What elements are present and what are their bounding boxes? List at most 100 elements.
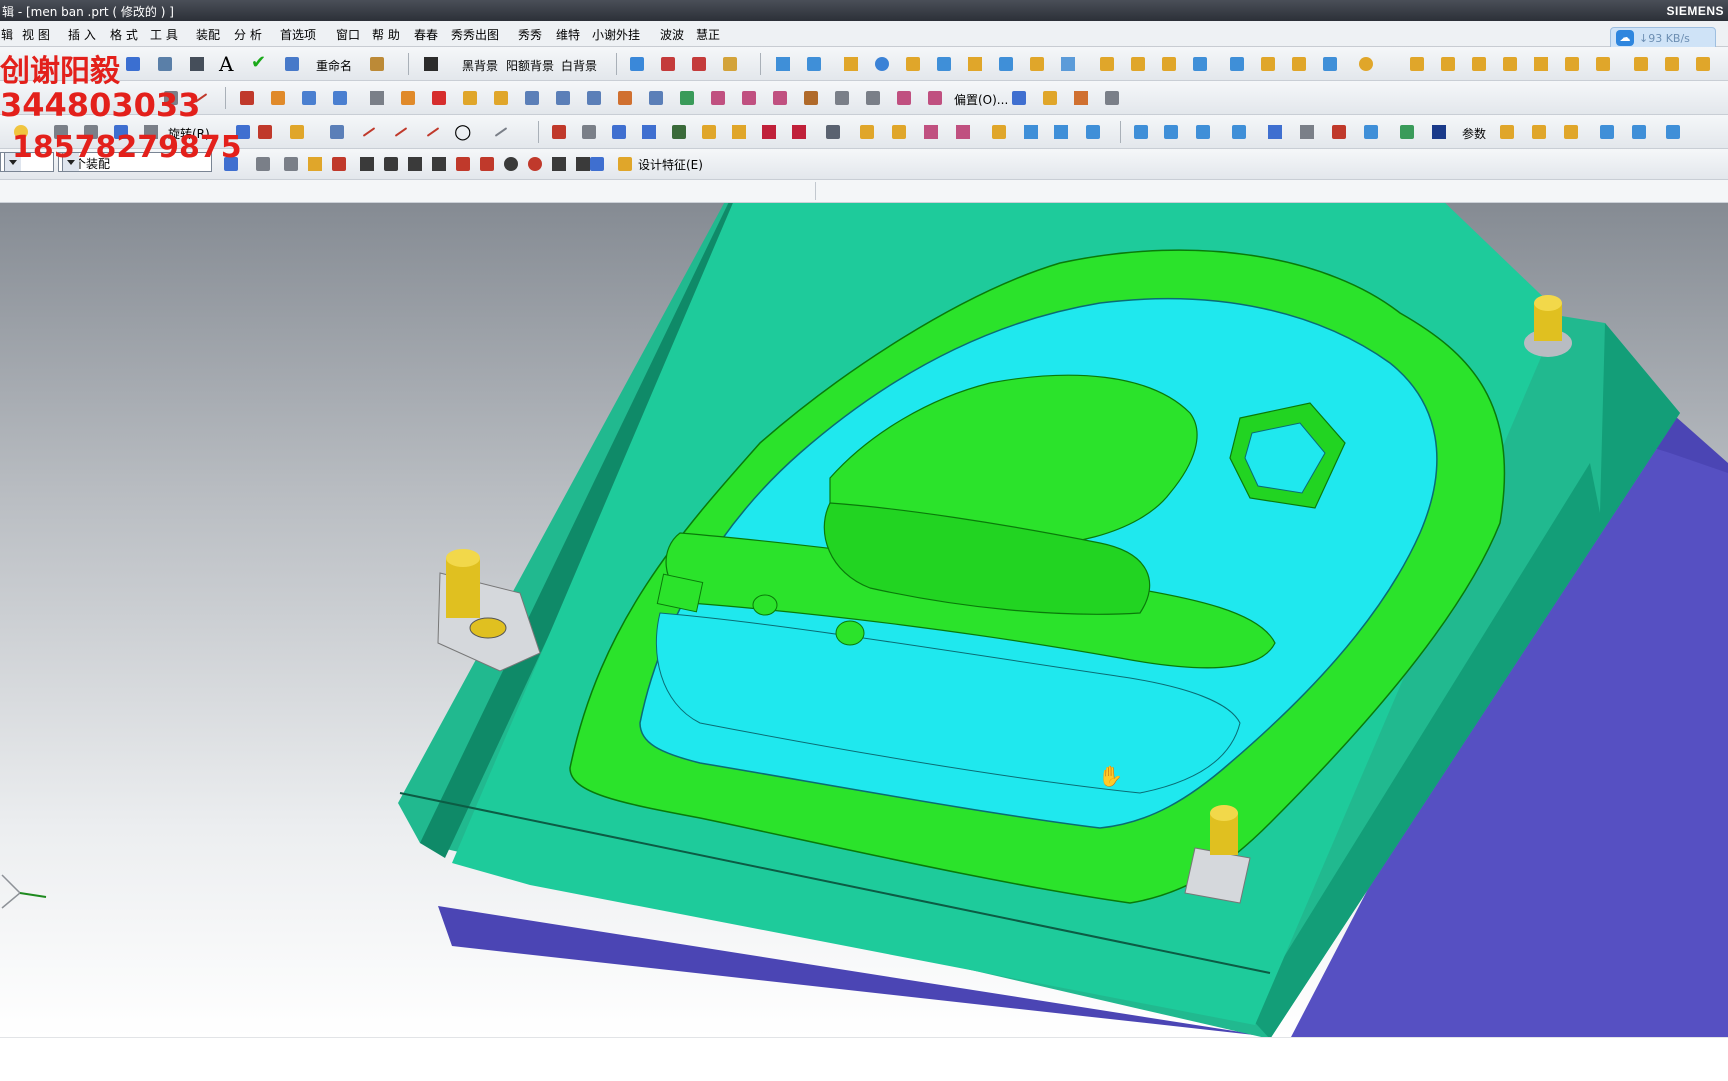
blend-icon[interactable] [459,87,481,109]
component-icon[interactable] [154,53,176,75]
menu-insert[interactable]: 插 入 [68,26,96,43]
menu-huizheng[interactable]: 慧正 [696,26,720,43]
snap-plus-icon[interactable] [548,153,570,175]
insert-icon[interactable] [1026,53,1048,75]
corner-icon[interactable] [856,121,878,143]
snap-tangent-icon[interactable] [428,153,450,175]
flag-icon[interactable] [1228,121,1250,143]
sew-icon[interactable] [707,87,729,109]
cube-icon[interactable] [281,53,303,75]
corner-b-icon[interactable] [888,121,910,143]
slider-icon[interactable] [964,53,986,75]
menu-edit[interactable]: 辑 [1,26,13,43]
extrude-icon[interactable] [267,87,289,109]
bom-icon[interactable] [1319,53,1341,75]
close-box-icon[interactable] [1428,121,1450,143]
axis-icon[interactable] [1130,121,1152,143]
menu-tools[interactable]: 工 具 [150,26,178,43]
trim-body-icon[interactable] [583,87,605,109]
hash-icon[interactable] [1528,121,1550,143]
cut-icon[interactable] [254,121,276,143]
sweep-icon[interactable] [329,87,351,109]
rect-icon[interactable] [638,121,660,143]
paint-icon[interactable] [1328,121,1350,143]
ruler-icon[interactable] [698,121,720,143]
grid-icon[interactable] [626,53,648,75]
check-icon[interactable]: ✔ [251,52,266,73]
gradient-background-button[interactable]: 阳额背景 [506,57,554,74]
tool-g-icon[interactable] [1592,53,1614,75]
menu-analysis[interactable]: 分 析 [234,26,262,43]
rename-button[interactable]: 重命名 [316,57,352,74]
ejector-icon[interactable] [902,53,924,75]
snap-end-icon[interactable] [356,153,378,175]
patch-icon[interactable] [676,87,698,109]
draft-icon[interactable] [552,87,574,109]
menu-xiuxiu-drawing[interactable]: 秀秀出图 [451,26,499,43]
trim-icon[interactable] [1257,53,1279,75]
menu-format[interactable]: 格 式 [110,26,138,43]
cylinder-icon[interactable] [326,121,348,143]
tool-h-icon[interactable] [1630,53,1652,75]
snap-quadrant-icon[interactable] [524,153,546,175]
block-icon[interactable] [366,87,388,109]
box-3d-icon[interactable] [1496,121,1518,143]
replace-face-icon[interactable] [831,87,853,109]
arc-icon[interactable] [1160,121,1182,143]
tool-f-icon[interactable] [1561,53,1583,75]
thicken-icon[interactable] [738,87,760,109]
params-button[interactable]: 参数 [1462,125,1486,142]
snap-mid-icon[interactable] [380,153,402,175]
menu-bobo[interactable]: 波波 [660,26,684,43]
tool-a-icon[interactable] [1406,53,1428,75]
revolve-icon[interactable] [298,87,320,109]
frame-icon[interactable] [1070,87,1092,109]
sketch-icon[interactable] [236,87,258,109]
warning-icon[interactable] [1039,87,1061,109]
pattern-icon[interactable] [772,53,794,75]
text-icon[interactable]: A [219,52,233,76]
electrode-icon[interactable] [1226,53,1248,75]
list-b-icon[interactable] [1628,121,1650,143]
circle-icon[interactable]: ○ [454,119,471,143]
split-view-icon[interactable] [1020,121,1042,143]
menu-window[interactable]: 窗口 [336,26,360,43]
assembly-icon[interactable] [122,53,144,75]
mirror-icon[interactable] [1008,87,1030,109]
window-icon[interactable] [920,121,942,143]
red-face-b-icon[interactable] [788,121,810,143]
resize-icon[interactable] [924,87,946,109]
dimension-icon[interactable] [548,121,570,143]
menu-chunchun[interactable]: 春春 [414,26,438,43]
menu-assembly[interactable]: 装配 [196,26,220,43]
export-icon[interactable] [1396,121,1418,143]
split-body-icon[interactable] [614,87,636,109]
tool-d-icon[interactable] [1499,53,1521,75]
fillet-curve-icon[interactable] [608,121,630,143]
circle-target-icon[interactable] [871,53,893,75]
menu-xiaoxie-plugin[interactable]: 小谢外挂 [592,26,640,43]
snap-icon[interactable] [366,53,388,75]
parting-icon[interactable] [688,53,710,75]
tool-j-icon[interactable] [1692,53,1714,75]
red-face-icon[interactable] [758,121,780,143]
chamfer-icon[interactable] [490,87,512,109]
character-icon[interactable] [1082,121,1104,143]
pocket-cut-icon[interactable] [1288,53,1310,75]
face-icon[interactable] [645,87,667,109]
background-color-icon[interactable] [420,53,442,75]
snap-line-icon[interactable] [404,153,426,175]
move-icon[interactable] [803,53,825,75]
color-fill-icon[interactable] [728,121,750,143]
angle-line-icon[interactable] [358,121,380,143]
perpendicular-line-icon[interactable] [422,121,444,143]
table-icon[interactable] [578,121,600,143]
white-background-button[interactable]: 白背景 [561,57,597,74]
parallel-line-icon[interactable] [390,121,412,143]
shell-icon[interactable] [521,87,543,109]
gate-icon[interactable] [1158,53,1180,75]
blank-icon[interactable] [1296,121,1318,143]
balloon-icon[interactable] [1360,121,1382,143]
delete-face-icon[interactable] [862,87,884,109]
lifter-icon[interactable] [995,53,1017,75]
